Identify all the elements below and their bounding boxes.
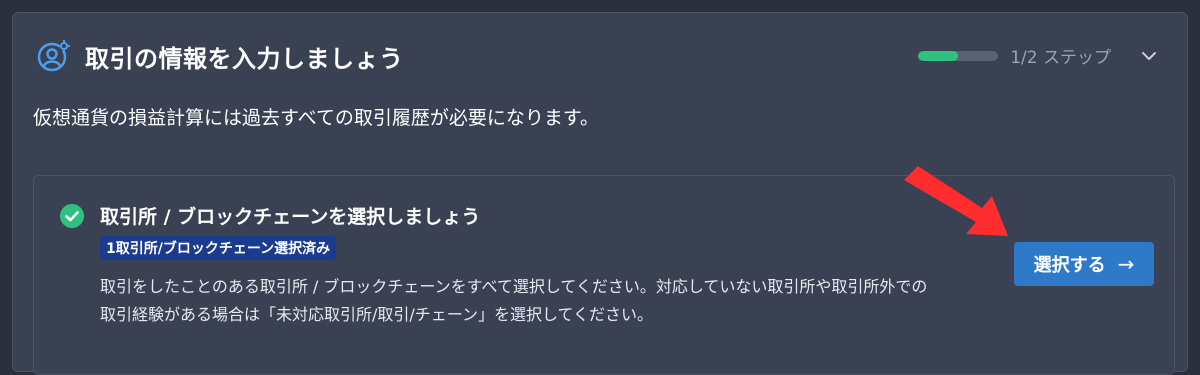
progress-label: 1/2 ステップ [1010,48,1111,68]
page-description: 仮想通貨の損益計算には過去すべての取引履歴が必要になります。 [33,107,600,129]
step-progress: 1/2 ステップ [918,43,1159,68]
chevron-down-icon[interactable] [1139,46,1159,66]
card-header: 取引の情報を入力しましょう [37,39,404,73]
user-gear-icon [37,39,71,73]
select-button-label: 選択する [1033,255,1106,276]
progress-bar [918,50,999,61]
select-button[interactable]: 選択する → [1014,242,1154,286]
step-description: 取引をしたことのある取引所 / ブロックチェーンをすべて選択してください。対応し… [100,277,928,324]
check-circle-icon [60,204,84,228]
status-badge: 1取引所/ブロックチェーン選択済み [100,236,337,260]
step-title: 取引所 / ブロックチェーンを選択しましょう [100,206,481,228]
arrow-right-icon: → [1117,252,1135,276]
page-title: 取引の情報を入力しましょう [85,44,404,73]
progress-bar-fill [918,50,959,61]
red-pointer-arrow-icon [904,166,1008,236]
